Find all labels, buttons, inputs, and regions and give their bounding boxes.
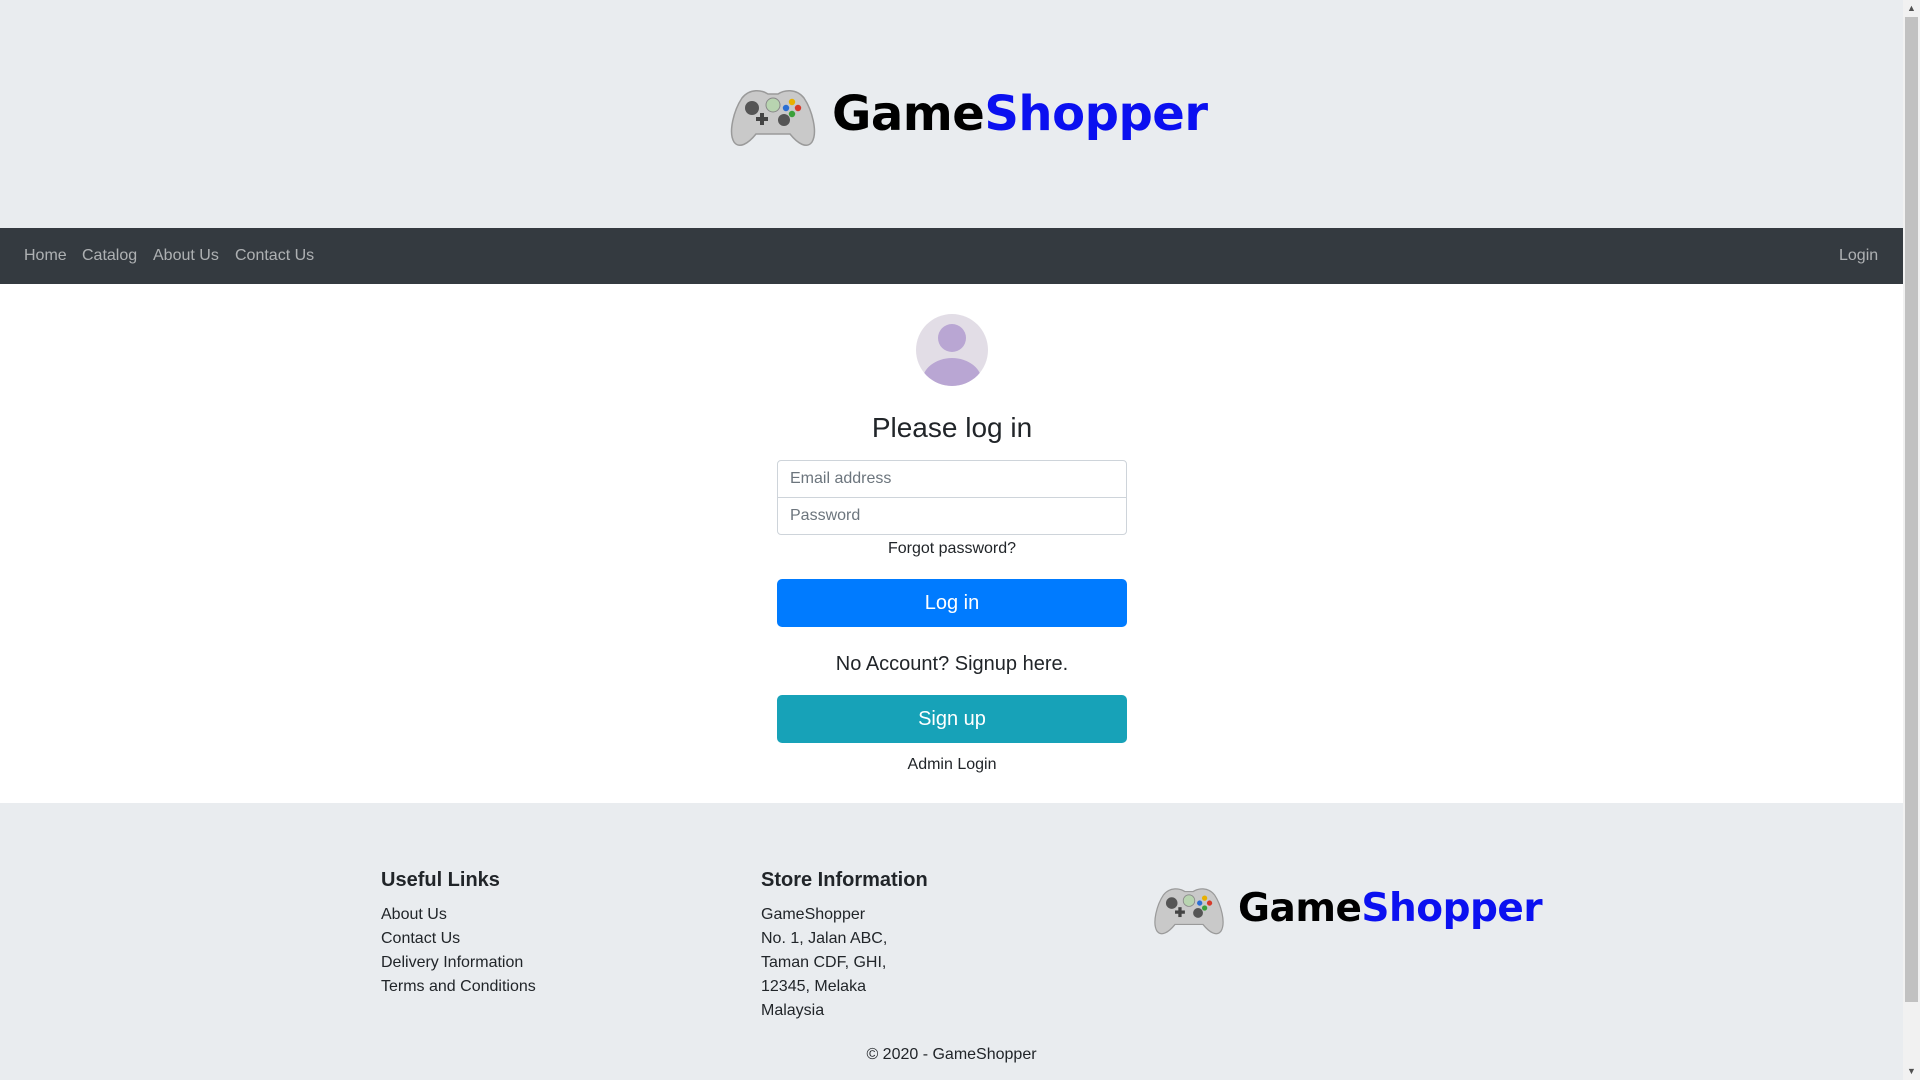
gamepad-icon — [728, 80, 818, 148]
store-info-line: Taman CDF, GHI, — [761, 954, 887, 971]
brand-logo[interactable]: GameShopper — [728, 80, 1208, 148]
footer-link-contact-us[interactable]: Contact Us — [381, 927, 536, 951]
login-button[interactable]: Log in — [777, 579, 1127, 627]
page: GameShopper Home Catalog About Us Contac… — [0, 0, 1903, 1080]
nav-item-home[interactable]: Home — [24, 228, 67, 284]
store-info-line: No. 1, Jalan ABC, — [761, 930, 888, 947]
no-account-text: No Account? Signup here. — [835, 653, 1069, 675]
brand-wordmark: GameShopper — [832, 86, 1208, 142]
footer-link-about-us[interactable]: About Us — [381, 903, 536, 927]
footer-brand-logo: GameShopper — [1152, 880, 1543, 936]
forgot-password-link[interactable]: Forgot password? — [777, 537, 1127, 561]
footer-useful-links: Useful Links About Us Contact Us Deliver… — [381, 867, 536, 999]
nav-item-about-us[interactable]: About Us — [153, 228, 219, 284]
login-title: Please log in — [871, 412, 1033, 443]
user-avatar-icon — [916, 314, 988, 386]
nav-item-catalog[interactable]: Catalog — [82, 228, 137, 284]
store-info-line: 12345, Melaka — [761, 978, 866, 995]
scroll-thumb[interactable] — [1905, 17, 1918, 1002]
footer-link-delivery-information[interactable]: Delivery Information — [381, 951, 536, 975]
page-scrollbar[interactable]: ▲ ▼ — [1903, 0, 1920, 1080]
footer-useful-links-heading: Useful Links — [381, 869, 500, 891]
footer-store-information-heading: Store Information — [761, 869, 928, 891]
brand-name-shopper: Shopper — [1361, 885, 1543, 931]
nav-item-contact-us[interactable]: Contact Us — [235, 228, 314, 284]
nav-item-login[interactable]: Login — [1839, 228, 1878, 284]
site-header: GameShopper — [0, 0, 1903, 228]
brand-name-game: Game — [1238, 885, 1362, 931]
gamepad-icon — [1152, 880, 1226, 936]
admin-login-link[interactable]: Admin Login — [777, 753, 1127, 777]
store-info-line: Malaysia — [761, 1002, 825, 1019]
scroll-down-arrow-icon[interactable]: ▼ — [1903, 1063, 1920, 1080]
store-info-line: GameShopper — [761, 906, 866, 923]
copyright-text: © 2020 - GameShopper — [866, 1046, 1037, 1063]
brand-name-shopper: Shopper — [984, 86, 1208, 142]
footer-link-terms-and-conditions[interactable]: Terms and Conditions — [381, 975, 536, 999]
signup-button[interactable]: Sign up — [777, 695, 1127, 743]
site-footer — [0, 803, 1903, 1080]
password-field[interactable] — [777, 497, 1127, 535]
brand-name-game: Game — [832, 86, 985, 142]
main-navbar: Home Catalog About Us Contact Us Login — [0, 228, 1903, 284]
email-field[interactable] — [777, 460, 1127, 498]
footer-brand-wordmark: GameShopper — [1238, 885, 1543, 931]
footer-store-information: Store Information GameShopper No. 1, Jal… — [761, 867, 928, 1023]
scroll-up-arrow-icon[interactable]: ▲ — [1903, 0, 1920, 17]
